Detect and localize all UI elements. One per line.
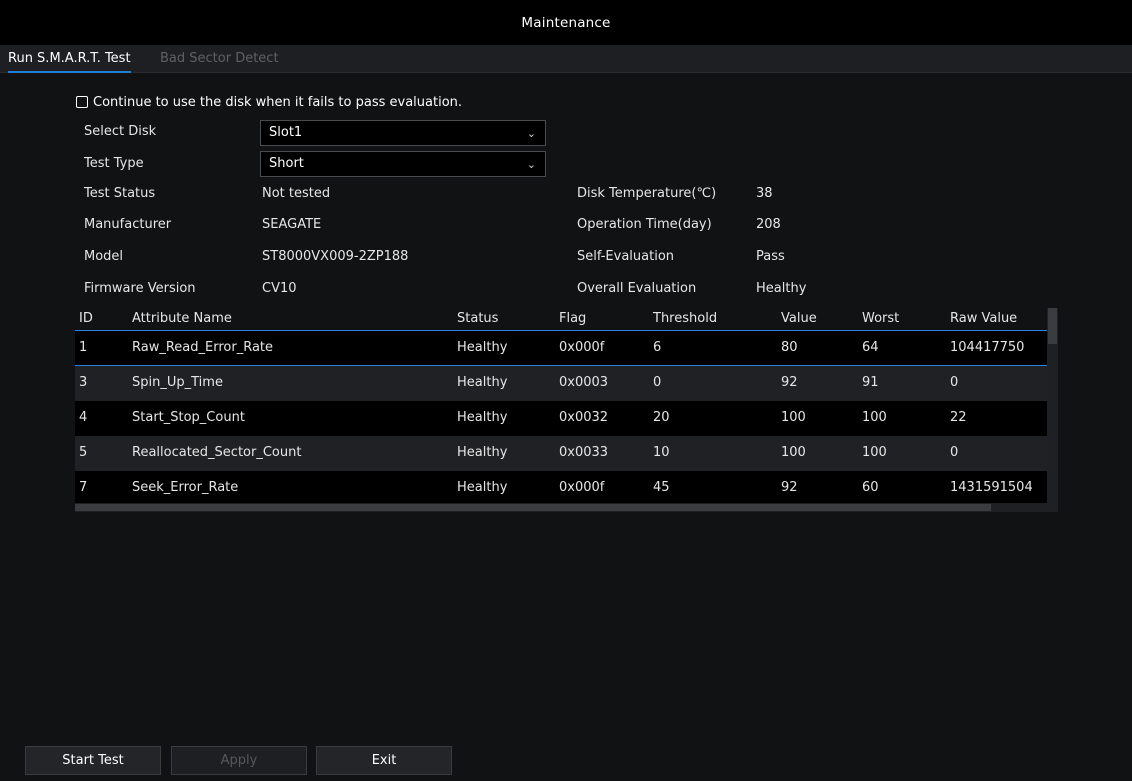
cell-raw-value: 1431591504 bbox=[950, 480, 1033, 495]
cell-threshold: 10 bbox=[653, 445, 670, 460]
tab-bar: Run S.M.A.R.T. Test Bad Sector Detect bbox=[0, 45, 1132, 73]
cell-worst: 60 bbox=[862, 480, 879, 495]
tab-label: Run S.M.A.R.T. Test bbox=[8, 51, 131, 66]
test-status-value: Not tested bbox=[262, 186, 331, 201]
apply-button[interactable]: Apply bbox=[171, 746, 307, 775]
horizontal-scrollbar[interactable] bbox=[75, 503, 1047, 512]
model-label: Model bbox=[84, 249, 124, 264]
cell-flag: 0x000f bbox=[559, 480, 605, 495]
checkbox-icon[interactable] bbox=[76, 96, 88, 108]
table-row[interactable]: 1 Raw_Read_Error_Rate Healthy 0x000f 6 8… bbox=[75, 331, 1047, 366]
manufacturer-label: Manufacturer bbox=[84, 217, 172, 232]
cell-worst: 100 bbox=[862, 445, 887, 460]
cell-flag: 0x000f bbox=[559, 340, 605, 355]
model-value: ST8000VX009-2ZP188 bbox=[262, 249, 409, 264]
select-disk-dropdown[interactable]: Slot1 ⌄ bbox=[260, 120, 546, 146]
cell-status: Healthy bbox=[457, 480, 508, 495]
smart-attributes-table: ID Attribute Name Status Flag Threshold … bbox=[75, 308, 1058, 512]
overall-evaluation-label: Overall Evaluation bbox=[577, 281, 697, 296]
cell-status: Healthy bbox=[457, 375, 508, 390]
column-header-value[interactable]: Value bbox=[781, 311, 817, 326]
cell-value: 92 bbox=[781, 480, 798, 495]
cell-id: 3 bbox=[79, 375, 88, 390]
self-evaluation-value: Pass bbox=[756, 249, 785, 264]
cell-raw-value: 22 bbox=[950, 410, 967, 425]
cell-threshold: 0 bbox=[653, 375, 662, 390]
vertical-scrollbar[interactable] bbox=[1047, 308, 1058, 512]
column-header-worst[interactable]: Worst bbox=[862, 311, 899, 326]
tab-bad-sector-detect[interactable]: Bad Sector Detect bbox=[160, 45, 279, 72]
horizontal-scrollbar-thumb[interactable] bbox=[75, 504, 991, 511]
table-row[interactable]: 3 Spin_Up_Time Healthy 0x0003 0 92 91 0 bbox=[75, 366, 1047, 401]
cell-status: Healthy bbox=[457, 445, 508, 460]
select-disk-label: Select Disk bbox=[84, 124, 157, 139]
chevron-down-icon: ⌄ bbox=[526, 158, 536, 171]
table-row[interactable]: 5 Reallocated_Sector_Count Healthy 0x003… bbox=[75, 436, 1047, 471]
test-status-label: Test Status bbox=[84, 186, 156, 201]
operation-time-label: Operation Time(day) bbox=[577, 217, 712, 232]
column-header-attribute-name[interactable]: Attribute Name bbox=[132, 311, 232, 326]
continue-checkbox-row[interactable]: Continue to use the disk when it fails t… bbox=[76, 92, 462, 112]
cell-threshold: 20 bbox=[653, 410, 670, 425]
cell-status: Healthy bbox=[457, 340, 508, 355]
disk-temperature-value: 38 bbox=[756, 186, 773, 201]
cell-worst: 100 bbox=[862, 410, 887, 425]
column-header-flag[interactable]: Flag bbox=[559, 311, 586, 326]
test-type-label: Test Type bbox=[84, 156, 144, 171]
firmware-version-label: Firmware Version bbox=[84, 281, 196, 296]
table-row[interactable]: 4 Start_Stop_Count Healthy 0x0032 20 100… bbox=[75, 401, 1047, 436]
test-type-value: Short bbox=[269, 156, 304, 171]
cell-id: 1 bbox=[79, 340, 88, 355]
cell-status: Healthy bbox=[457, 410, 508, 425]
cell-raw-value: 0 bbox=[950, 375, 959, 390]
cell-id: 5 bbox=[79, 445, 88, 460]
cell-worst: 64 bbox=[862, 340, 879, 355]
cell-attribute-name: Start_Stop_Count bbox=[132, 410, 245, 425]
table-header: ID Attribute Name Status Flag Threshold … bbox=[75, 308, 1047, 331]
column-header-id[interactable]: ID bbox=[79, 311, 93, 326]
cell-raw-value: 0 bbox=[950, 445, 959, 460]
continue-checkbox-label: Continue to use the disk when it fails t… bbox=[93, 94, 463, 110]
cell-flag: 0x0003 bbox=[559, 375, 609, 390]
cell-attribute-name: Seek_Error_Rate bbox=[132, 480, 239, 495]
cell-threshold: 45 bbox=[653, 480, 670, 495]
manufacturer-value: SEAGATE bbox=[262, 217, 322, 232]
cell-attribute-name: Reallocated_Sector_Count bbox=[132, 445, 302, 460]
column-header-threshold[interactable]: Threshold bbox=[653, 311, 717, 326]
self-evaluation-label: Self-Evaluation bbox=[577, 249, 675, 264]
exit-button[interactable]: Exit bbox=[316, 746, 452, 775]
cell-attribute-name: Raw_Read_Error_Rate bbox=[132, 340, 274, 355]
cell-worst: 91 bbox=[862, 375, 879, 390]
chevron-down-icon: ⌄ bbox=[526, 127, 536, 140]
overall-evaluation-value: Healthy bbox=[756, 281, 807, 296]
cell-flag: 0x0033 bbox=[559, 445, 609, 460]
table-row[interactable]: 7 Seek_Error_Rate Healthy 0x000f 45 92 6… bbox=[75, 471, 1047, 503]
select-disk-value: Slot1 bbox=[269, 125, 303, 140]
cell-value: 100 bbox=[781, 445, 806, 460]
cell-value: 92 bbox=[781, 375, 798, 390]
start-test-button[interactable]: Start Test bbox=[25, 746, 161, 775]
column-header-raw-value[interactable]: Raw Value bbox=[950, 311, 1017, 326]
cell-attribute-name: Spin_Up_Time bbox=[132, 375, 223, 390]
column-header-status[interactable]: Status bbox=[457, 311, 498, 326]
cell-id: 7 bbox=[79, 480, 88, 495]
tab-run-smart-test[interactable]: Run S.M.A.R.T. Test bbox=[8, 45, 131, 73]
vertical-scrollbar-thumb[interactable] bbox=[1048, 308, 1057, 344]
window-title: Maintenance bbox=[0, 0, 1132, 45]
disk-temperature-label: Disk Temperature(℃) bbox=[577, 186, 717, 201]
tab-label: Bad Sector Detect bbox=[160, 51, 279, 66]
cell-value: 80 bbox=[781, 340, 798, 355]
firmware-version-value: CV10 bbox=[262, 281, 297, 296]
test-type-dropdown[interactable]: Short ⌄ bbox=[260, 151, 546, 177]
cell-threshold: 6 bbox=[653, 340, 662, 355]
maintenance-window: Maintenance Run S.M.A.R.T. Test Bad Sect… bbox=[0, 0, 1132, 781]
active-tab-indicator bbox=[8, 71, 131, 73]
cell-flag: 0x0032 bbox=[559, 410, 609, 425]
cell-raw-value: 104417750 bbox=[950, 340, 1025, 355]
cell-id: 4 bbox=[79, 410, 88, 425]
operation-time-value: 208 bbox=[756, 217, 781, 232]
cell-value: 100 bbox=[781, 410, 806, 425]
